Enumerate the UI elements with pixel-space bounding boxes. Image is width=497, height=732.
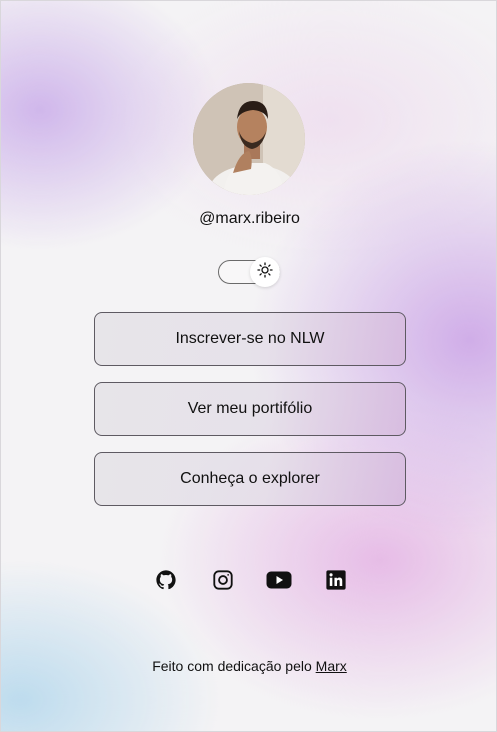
profile-avatar: [193, 83, 305, 195]
theme-switch-knob[interactable]: [250, 257, 280, 287]
footer: Feito com dedicação pelo Marx: [1, 658, 497, 674]
portfolio-button[interactable]: Ver meu portifólio: [94, 382, 406, 436]
instagram-icon: [212, 569, 234, 596]
footer-author-link[interactable]: Marx: [316, 658, 347, 674]
youtube-link[interactable]: [266, 569, 292, 595]
github-link[interactable]: [153, 569, 179, 595]
instagram-link[interactable]: [210, 569, 236, 595]
nlw-signup-button[interactable]: Inscrever-se no NLW: [94, 312, 406, 366]
link-list: Inscrever-se no NLW Ver meu portifólio C…: [94, 312, 406, 522]
profile-card: @marx.ribeiro Inscrever-se no NLW Ver me…: [0, 0, 497, 732]
explorer-button[interactable]: Conheça o explorer: [94, 452, 406, 506]
social-links: [153, 569, 349, 595]
footer-text: Feito com dedicação pelo: [152, 658, 316, 674]
theme-switch[interactable]: [218, 257, 280, 287]
youtube-icon: [266, 570, 292, 595]
username: @marx.ribeiro: [199, 210, 300, 227]
linkedin-icon: [325, 569, 347, 596]
sun-icon: [257, 261, 273, 283]
linkedin-link[interactable]: [323, 569, 349, 595]
github-icon: [155, 569, 177, 596]
